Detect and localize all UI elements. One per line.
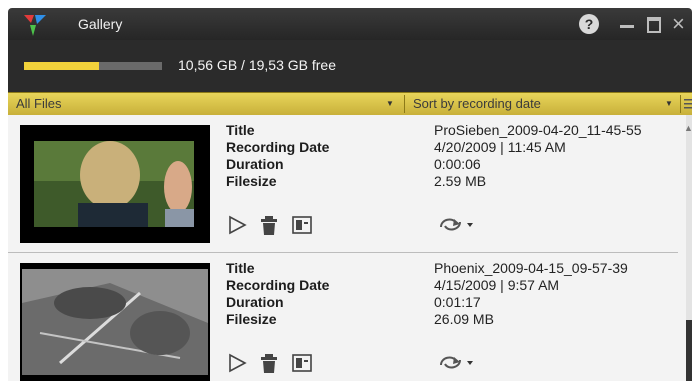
help-button[interactable]: ? — [579, 14, 599, 34]
video-thumbnail[interactable] — [20, 263, 210, 381]
recording-filesize: 2.59 MB — [434, 173, 487, 189]
file-filter-dropdown[interactable]: All Files ▼ — [8, 93, 403, 115]
recording-duration: 0:00:06 — [434, 156, 481, 172]
field-labels: Title Recording Date Duration Filesize — [226, 260, 406, 328]
recording-title: Phoenix_2009-04-15_09-57-39 — [434, 260, 628, 276]
recording-date-label: Recording Date — [226, 277, 330, 293]
trash-icon[interactable] — [258, 214, 280, 236]
vertical-scrollbar[interactable]: ▲ — [684, 115, 693, 381]
trash-icon[interactable] — [258, 352, 280, 374]
chevron-down-icon: ▼ — [665, 99, 673, 108]
play-icon[interactable] — [226, 352, 248, 374]
field-labels: Title Recording Date Duration Filesize — [226, 122, 406, 190]
export-menu-icon[interactable] — [438, 214, 474, 234]
divider — [680, 95, 681, 113]
file-filter-label: All Files — [16, 96, 62, 111]
maximize-button[interactable] — [647, 17, 661, 33]
filesize-label: Filesize — [226, 311, 277, 327]
sort-label: Sort by recording date — [413, 96, 541, 111]
storage-panel: 10,56 GB / 19,53 GB free — [8, 40, 692, 92]
video-thumbnail[interactable] — [20, 125, 210, 243]
title-label: Title — [226, 122, 255, 138]
info-panel-icon[interactable] — [291, 214, 313, 236]
recording-date: 4/15/2009 | 9:57 AM — [434, 277, 560, 293]
minimize-button[interactable] — [620, 25, 634, 28]
recordings-list: Title Recording Date Duration Filesize P… — [8, 115, 693, 381]
recording-filesize: 26.09 MB — [434, 311, 494, 327]
storage-progress-bar — [24, 62, 162, 70]
app-logo-icon — [24, 15, 46, 36]
duration-label: Duration — [226, 294, 284, 310]
storage-progress-fill — [24, 62, 99, 70]
filesize-label: Filesize — [226, 173, 277, 189]
recording-title: ProSieben_2009-04-20_11-45-55 — [434, 122, 642, 138]
field-values: ProSieben_2009-04-20_11-45-55 4/20/2009 … — [434, 122, 680, 190]
play-icon[interactable] — [226, 214, 248, 236]
duration-label: Duration — [226, 156, 284, 172]
field-values: Phoenix_2009-04-15_09-57-39 4/15/2009 | … — [434, 260, 680, 328]
list-item[interactable]: Title Recording Date Duration Filesize P… — [8, 252, 678, 381]
scrollbar-thumb[interactable] — [686, 320, 692, 381]
filter-bar: All Files ▼ Sort by recording date ▼ — [8, 92, 692, 116]
title-bar: Gallery ? × — [8, 8, 692, 40]
storage-usage-text: 10,56 GB / 19,53 GB free — [178, 57, 336, 73]
window-title: Gallery — [78, 16, 123, 32]
export-menu-icon[interactable] — [438, 352, 474, 372]
recording-date: 4/20/2009 | 11:45 AM — [434, 139, 566, 155]
title-label: Title — [226, 260, 255, 276]
recording-duration: 0:01:17 — [434, 294, 481, 310]
sort-dropdown[interactable]: Sort by recording date ▼ — [405, 93, 680, 115]
info-panel-icon[interactable] — [291, 352, 313, 374]
scroll-up-arrow-icon[interactable]: ▲ — [684, 123, 693, 133]
list-view-icon[interactable] — [684, 98, 692, 110]
chevron-down-icon: ▼ — [386, 99, 394, 108]
close-button[interactable]: × — [672, 10, 685, 38]
gallery-window: Gallery ? × 10,56 GB / 19,53 GB free All… — [0, 0, 699, 381]
recording-date-label: Recording Date — [226, 139, 330, 155]
list-item[interactable]: Title Recording Date Duration Filesize P… — [8, 115, 678, 244]
